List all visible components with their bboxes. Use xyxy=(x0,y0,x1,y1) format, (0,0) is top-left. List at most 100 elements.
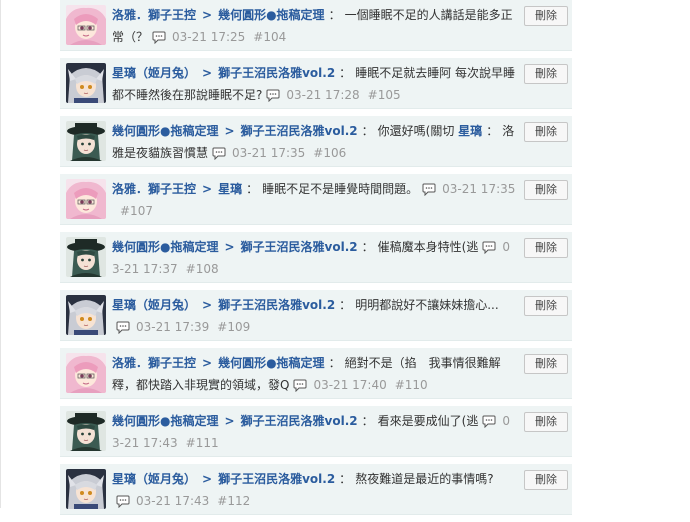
comment-item: 幾何圓形●拖稿定理 > 獅子王沼民洛雅vol.2：催稿魔本身特性(逃 03-21 17… xyxy=(60,232,572,283)
comment-text: 洛雅．獅子王控 > 星璃 ：睡眠不足不是睡覺時間問題。 03-21 17:35 #107 xyxy=(112,178,516,222)
reply-bubble-icon[interactable] xyxy=(212,147,226,160)
colon-separator: ： xyxy=(361,124,374,138)
comment-item: 幾何圓形●拖稿定理 > 獅子王沼民洛雅vol.2：你還好嗎(關切 星璃：洛雅是夜貓族… xyxy=(60,116,572,167)
delete-button[interactable]: 刪除 xyxy=(524,6,568,26)
reply-target-link[interactable]: 獅子王沼民洛雅vol.2 xyxy=(218,66,335,80)
reply-target-link[interactable]: 獅子王沼民洛雅vol.2 xyxy=(218,298,335,312)
comment-item: 星璃（姬月兔） > 獅子王沼民洛雅vol.2：睡眠不足就去睡阿 每次說早睡都不睡然後… xyxy=(60,58,572,109)
avatar[interactable] xyxy=(66,237,106,277)
comment-item: 幾何圓形●拖稿定理 > 獅子王沼民洛雅vol.2：看來是要成仙了(逃 03-21 17… xyxy=(60,406,572,457)
colon-separator: ： xyxy=(339,66,352,80)
comment-text: 幾何圓形●拖稿定理 > 獅子王沼民洛雅vol.2：催稿魔本身特性(逃 03-21 17… xyxy=(112,236,516,280)
comment-author-link[interactable]: 星璃（姬月兔） xyxy=(112,66,196,80)
post-number: #110 xyxy=(394,378,428,392)
comment-body: 睡眠不足不是睡覺時間問題。 xyxy=(262,182,419,196)
colon-separator: ： xyxy=(246,182,259,196)
comment-author-link[interactable]: 洛雅．獅子王控 xyxy=(112,8,196,22)
comment-body: 看來是要成仙了(逃 xyxy=(377,414,479,428)
comment-timestamp: 03-21 17:39 xyxy=(136,320,210,334)
comment-text: 幾何圓形●拖稿定理 > 獅子王沼民洛雅vol.2：看來是要成仙了(逃 03-21 17… xyxy=(112,410,516,454)
colon-separator: ： xyxy=(339,472,352,486)
reply-arrow: > xyxy=(202,472,213,486)
post-number: #109 xyxy=(217,320,251,334)
post-number: #112 xyxy=(217,494,251,508)
reply-arrow: > xyxy=(224,240,235,254)
reply-bubble-icon[interactable] xyxy=(116,321,130,334)
reply-arrow: > xyxy=(202,182,213,196)
reply-bubble-icon[interactable] xyxy=(266,89,280,102)
delete-button[interactable]: 刪除 xyxy=(524,64,568,84)
reply-bubble-icon[interactable] xyxy=(482,415,496,428)
delete-button[interactable]: 刪除 xyxy=(524,180,568,200)
reply-target-link[interactable]: 獅子王沼民洛雅vol.2 xyxy=(241,240,358,254)
comment-item: 洛雅．獅子王控 > 幾何圓形●拖稿定理：一個睡眠不足的人講話是能多正常（？ 03-21… xyxy=(60,0,572,51)
reply-arrow: > xyxy=(202,8,213,22)
comment-item: 星璃（姬月兔） > 獅子王沼民洛雅vol.2 ：明明都說好不讓妹妹擔心... 03-21… xyxy=(60,290,572,341)
comment-item: 洛雅．獅子王控 > 星璃 ：睡眠不足不是睡覺時間問題。 03-21 17:35 #107 刪… xyxy=(60,174,572,225)
delete-button[interactable]: 刪除 xyxy=(524,296,568,316)
reply-target-link[interactable]: 獅子王沼民洛雅vol.2 xyxy=(218,472,335,486)
reply-bubble-icon[interactable] xyxy=(422,183,436,196)
reply-target-link[interactable]: 獅子王沼民洛雅vol.2 xyxy=(241,414,358,428)
comment-text: 洛雅．獅子王控 > 幾何圓形●拖稿定理：絕對不是（掐 我事情很難解釋，都快踏入非現實… xyxy=(112,352,516,396)
comment-body: 你還好嗎(關切 xyxy=(377,124,455,138)
comment-timestamp: 03-21 17:43 xyxy=(136,494,210,508)
reply-arrow: > xyxy=(202,298,213,312)
comment-item: 星璃（姬月兔） > 獅子王沼民洛雅vol.2 ：熬夜難道是最近的事情嗎? 03-21 1… xyxy=(60,464,572,515)
comment-body: 催稿魔本身特性(逃 xyxy=(377,240,479,254)
comment-text: 星璃（姬月兔） > 獅子王沼民洛雅vol.2 ：明明都說好不讓妹妹擔心... 03-21… xyxy=(112,294,516,338)
post-number: #106 xyxy=(313,146,347,160)
avatar[interactable] xyxy=(66,63,106,103)
delete-button[interactable]: 刪除 xyxy=(524,470,568,490)
reply-target-link[interactable]: 幾何圓形●拖稿定理 xyxy=(218,356,324,370)
reply-bubble-icon[interactable] xyxy=(293,379,307,392)
comment-timestamp: 03-21 17:35 xyxy=(442,182,516,196)
colon-separator: ： xyxy=(328,8,341,22)
colon-separator: ： xyxy=(339,298,352,312)
reply-arrow: > xyxy=(202,66,213,80)
delete-button[interactable]: 刪除 xyxy=(524,238,568,258)
reply-target-link[interactable]: 幾何圓形●拖稿定理 xyxy=(218,8,324,22)
comment-author-link[interactable]: 星璃（姬月兔） xyxy=(112,298,196,312)
comment-timestamp: 03-21 17:28 xyxy=(286,88,360,102)
colon-separator: ： xyxy=(328,356,341,370)
comment-text: 星璃（姬月兔） > 獅子王沼民洛雅vol.2：睡眠不足就去睡阿 每次說早睡都不睡然後… xyxy=(112,62,516,106)
comment-author-link[interactable]: 星璃（姬月兔） xyxy=(112,472,196,486)
comment-text: 洛雅．獅子王控 > 幾何圓形●拖稿定理：一個睡眠不足的人講話是能多正常（？ 03-21… xyxy=(112,4,516,48)
reply-target-link[interactable]: 星璃 xyxy=(218,182,242,196)
reply-bubble-icon[interactable] xyxy=(152,31,166,44)
comment-feed: 洛雅．獅子王控 > 幾何圓形●拖稿定理：一個睡眠不足的人講話是能多正常（？ 03-21… xyxy=(60,0,572,522)
avatar[interactable] xyxy=(66,179,106,219)
comment-author-link[interactable]: 洛雅．獅子王控 xyxy=(112,356,196,370)
colon-separator: ： xyxy=(361,414,374,428)
reply-bubble-icon[interactable] xyxy=(482,241,496,254)
reply-arrow: > xyxy=(224,124,235,138)
avatar[interactable] xyxy=(66,5,106,45)
comment-timestamp: 03-21 17:35 xyxy=(232,146,306,160)
post-number: #104 xyxy=(253,30,287,44)
delete-button[interactable]: 刪除 xyxy=(524,412,568,432)
comment-timestamp: 03-21 17:25 xyxy=(172,30,246,44)
avatar[interactable] xyxy=(66,295,106,335)
avatar[interactable] xyxy=(66,411,106,451)
comment-body: 明明都說好不讓妹妹擔心... xyxy=(355,298,499,312)
comment-author-link[interactable]: 幾何圓形●拖稿定理 xyxy=(112,124,218,138)
colon-separator: ： xyxy=(361,240,374,254)
reply-target-link[interactable]: 獅子王沼民洛雅vol.2 xyxy=(241,124,358,138)
comment-body: 熬夜難道是最近的事情嗎? xyxy=(355,472,494,486)
comment-item: 洛雅．獅子王控 > 幾何圓形●拖稿定理：絕對不是（掐 我事情很難解釋，都快踏入非現實… xyxy=(60,348,572,399)
comment-author-link[interactable]: 幾何圓形●拖稿定理 xyxy=(112,240,218,254)
mention-link[interactable]: 星璃 xyxy=(458,124,482,138)
avatar[interactable] xyxy=(66,469,106,509)
avatar[interactable] xyxy=(66,121,106,161)
reply-bubble-icon[interactable] xyxy=(116,495,130,508)
comment-author-link[interactable]: 洛雅．獅子王控 xyxy=(112,182,196,196)
delete-button[interactable]: 刪除 xyxy=(524,354,568,374)
delete-button[interactable]: 刪除 xyxy=(524,122,568,142)
avatar[interactable] xyxy=(66,353,106,393)
reply-arrow: > xyxy=(224,414,235,428)
page-left-border xyxy=(0,0,1,508)
comment-author-link[interactable]: 幾何圓形●拖稿定理 xyxy=(112,414,218,428)
comment-timestamp: 03-21 17:40 xyxy=(313,378,387,392)
post-number: #107 xyxy=(120,204,153,218)
